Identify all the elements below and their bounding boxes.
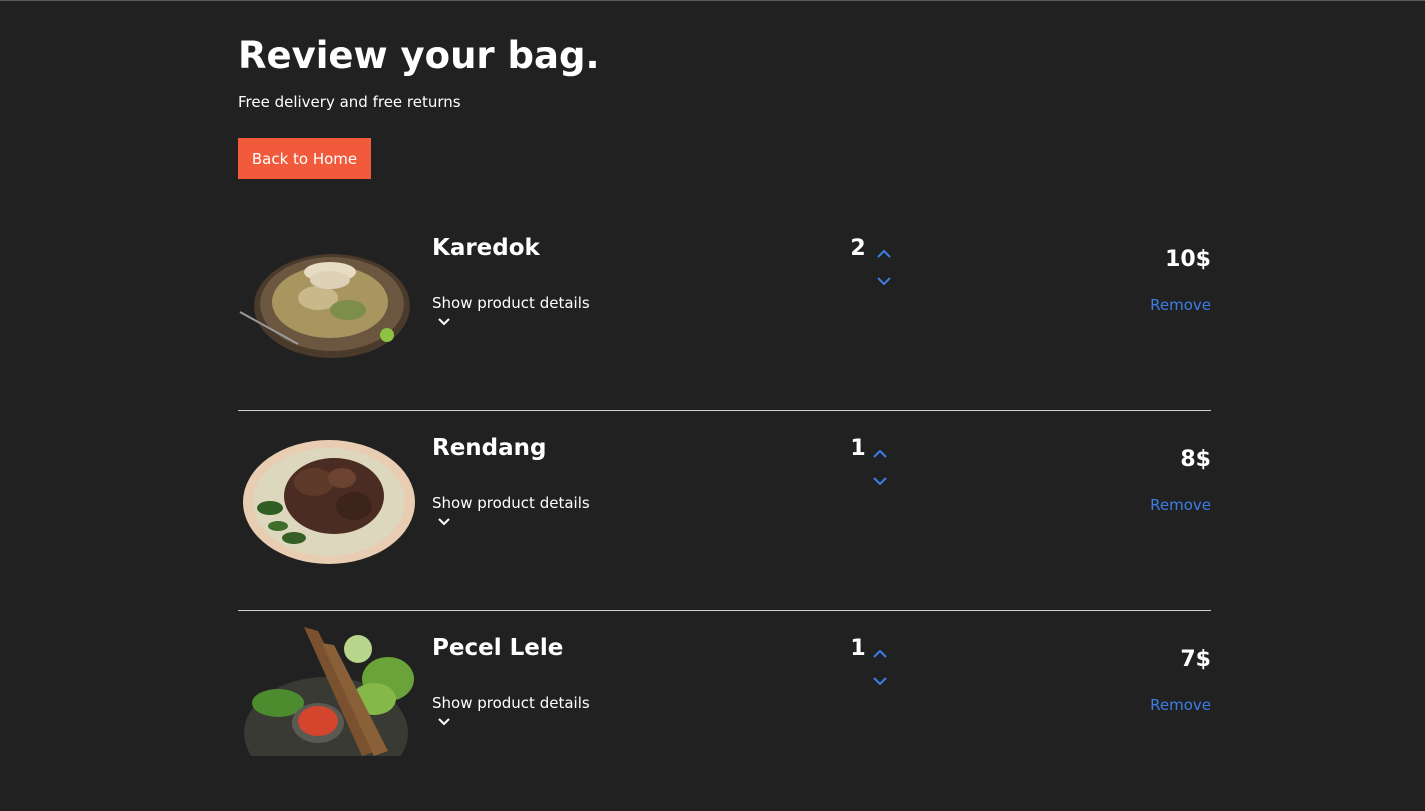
product-name: Pecel Lele <box>432 635 564 661</box>
chevron-up-icon[interactable] <box>872 447 888 461</box>
show-product-details-link[interactable]: Show product details <box>432 694 590 712</box>
quantity-value: 1 <box>850 436 866 461</box>
remove-link[interactable]: Remove <box>1150 296 1211 314</box>
top-border <box>0 0 1425 1</box>
chevron-down-icon[interactable] <box>872 674 888 688</box>
remove-link[interactable]: Remove <box>1150 496 1211 514</box>
back-to-home-button[interactable]: Back to Home <box>238 138 371 179</box>
page-title: Review your bag. <box>238 34 600 77</box>
remove-link[interactable]: Remove <box>1150 696 1211 714</box>
chevron-down-icon[interactable] <box>876 274 892 288</box>
product-image-karedok <box>239 254 410 358</box>
bag-item: Karedok Show product details 2 10$ Remov… <box>238 211 1211 411</box>
product-price: 10$ <box>1165 247 1211 272</box>
chevron-down-icon[interactable] <box>437 515 451 529</box>
show-product-details-link[interactable]: Show product details <box>432 494 590 512</box>
chevron-down-icon[interactable] <box>437 315 451 329</box>
page-subtitle: Free delivery and free returns <box>238 93 461 111</box>
product-image-pecel-lele <box>244 627 414 756</box>
product-name: Karedok <box>432 235 540 261</box>
product-name: Rendang <box>432 435 547 461</box>
chevron-down-icon[interactable] <box>437 715 451 729</box>
quantity-value: 1 <box>850 636 866 661</box>
chevron-down-icon[interactable] <box>872 474 888 488</box>
show-product-details-link[interactable]: Show product details <box>432 294 590 312</box>
bag-item: Pecel Lele Show product details 1 7$ Rem… <box>238 611 1211 811</box>
product-price: 7$ <box>1180 647 1211 672</box>
chevron-up-icon[interactable] <box>872 647 888 661</box>
product-price: 8$ <box>1180 447 1211 472</box>
product-image-rendang <box>243 440 415 564</box>
bag-item: Rendang Show product details 1 8$ Remove <box>238 411 1211 611</box>
quantity-value: 2 <box>850 236 866 261</box>
chevron-up-icon[interactable] <box>876 247 892 261</box>
